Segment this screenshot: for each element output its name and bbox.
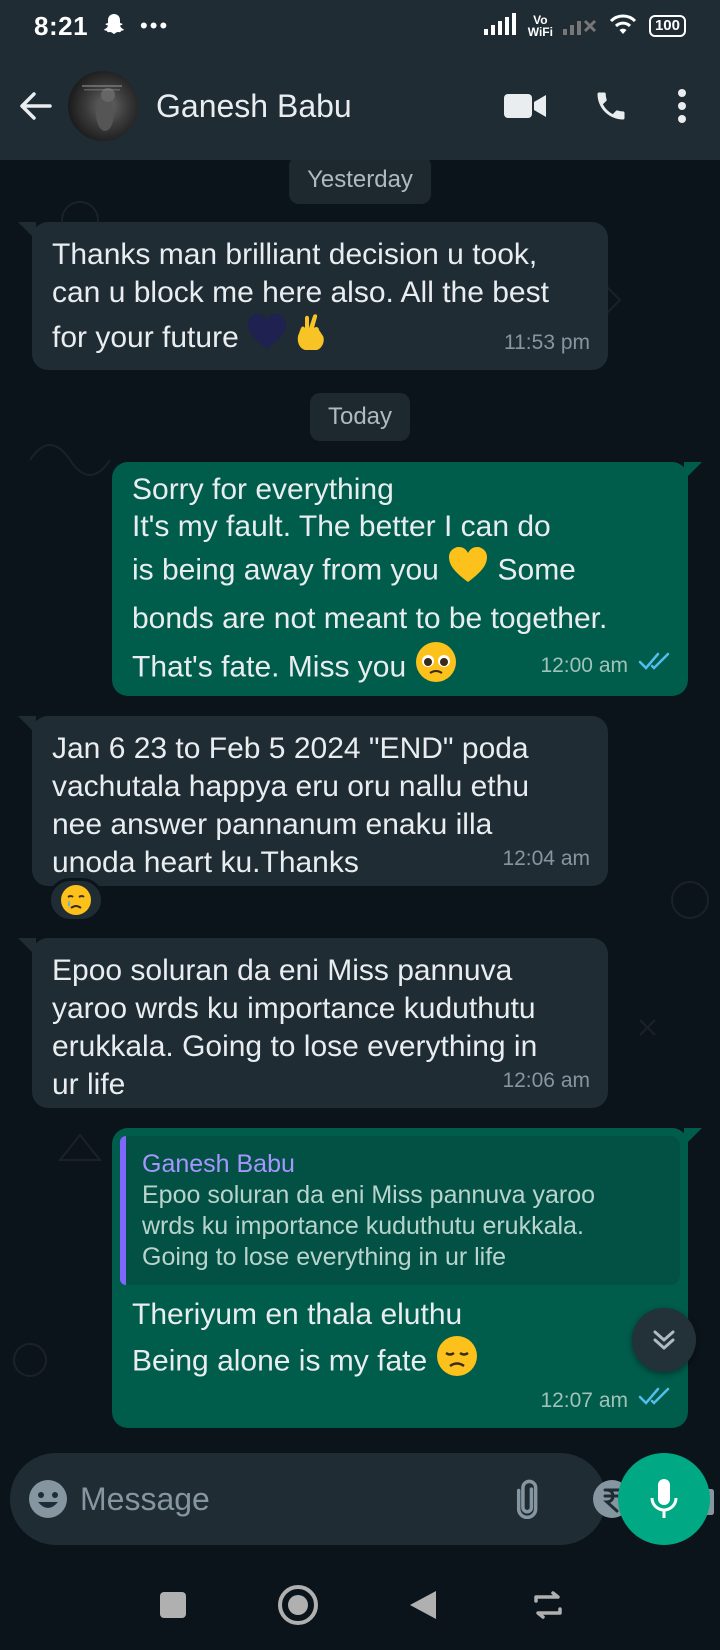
home-circle-icon xyxy=(277,1585,318,1625)
emoji-icon xyxy=(29,1480,67,1518)
pleading-face-emoji-icon xyxy=(415,641,457,696)
emoji-button[interactable] xyxy=(28,1469,68,1529)
status-left: 8:21 ••• xyxy=(34,11,169,42)
message-text: Being alone is my fate xyxy=(132,1344,428,1378)
yellow-heart-emoji-icon xyxy=(447,546,489,597)
status-time: 8:21 xyxy=(34,10,89,41)
message-line: can u block me here also. All the best xyxy=(52,276,549,309)
phone-icon xyxy=(597,92,625,120)
status-right: Vo WiFi 100 xyxy=(483,12,686,41)
quoted-message[interactable]: Ganesh Babu Epoo soluran da eni Miss pan… xyxy=(120,1136,680,1285)
message-time: 12:06 am xyxy=(502,1069,590,1092)
voice-call-button[interactable] xyxy=(568,63,654,149)
message-line: bonds are not meant to be together. xyxy=(132,602,608,635)
avatar[interactable] xyxy=(68,71,138,141)
header-actions xyxy=(482,63,710,149)
vowifi-indicator: Vo WiFi xyxy=(528,14,553,38)
message-line: yaroo wrds ku importance kuduthutu xyxy=(52,992,536,1025)
message-line-with-emoji: is being away from you Some xyxy=(132,546,668,597)
scroll-to-bottom-button[interactable] xyxy=(632,1308,696,1372)
rotate-screen-icon xyxy=(533,1591,562,1619)
battery-indicator: 100 xyxy=(648,15,686,37)
chat-header: Ganesh Babu xyxy=(0,52,720,160)
paperclip-icon xyxy=(516,1479,538,1519)
message-incoming[interactable]: Epoo soluran da eni Miss pannuva yaroo w… xyxy=(18,938,608,1108)
back-button[interactable] xyxy=(2,52,68,160)
system-nav-bar xyxy=(0,1560,720,1650)
message-line: vachutala happya eru oru nallu ethu xyxy=(52,770,530,803)
message-time: 12:07 am xyxy=(540,1389,628,1412)
chat-area[interactable]: Yesterday Thanks man brilliant decision … xyxy=(0,160,720,1445)
message-outgoing-reply[interactable]: Ganesh Babu Epoo soluran da eni Miss pan… xyxy=(112,1128,702,1428)
message-line: Epoo soluran da eni Miss pannuva xyxy=(52,954,513,987)
message-line: Sorry for everything xyxy=(132,473,394,506)
recents-button[interactable] xyxy=(143,1575,203,1635)
contact-name[interactable]: Ganesh Babu xyxy=(156,88,352,125)
signal-icon xyxy=(483,12,518,40)
quoted-text: wrds ku importance kuduthutu erukkala. xyxy=(142,1212,584,1240)
video-call-icon xyxy=(504,94,546,118)
more-options-button[interactable] xyxy=(654,63,710,149)
disappointed-face-emoji-icon xyxy=(436,1335,478,1390)
voice-message-button[interactable] xyxy=(618,1453,710,1545)
signal-weak-icon xyxy=(562,13,597,40)
triangle-back-icon xyxy=(409,1591,436,1619)
bubble-tail xyxy=(684,1128,702,1146)
more-vert-icon xyxy=(678,89,686,123)
more-notifications-icon: ••• xyxy=(140,13,170,38)
quoted-text: Going to lose everything in ur life xyxy=(142,1243,507,1271)
double-chevron-down-icon xyxy=(653,1330,675,1350)
date-chip-today: Today xyxy=(309,393,411,441)
snapchat-icon xyxy=(102,12,126,41)
arrow-left-icon xyxy=(20,92,52,120)
message-time: 12:04 am xyxy=(502,847,590,870)
message-line: erukkala. Going to lose everything in xyxy=(52,1030,538,1063)
composer-bar xyxy=(0,1445,720,1560)
message-input[interactable] xyxy=(80,1480,500,1518)
message-line: Theriyum en thala eluthu xyxy=(132,1298,463,1331)
crossed-fingers-emoji-icon xyxy=(295,312,329,366)
mic-icon xyxy=(650,1479,678,1518)
message-outgoing[interactable]: Sorry for everything It's my fault. The … xyxy=(112,462,702,696)
quoted-text: Epoo soluran da eni Miss pannuva yaroo xyxy=(142,1181,596,1209)
message-text: is being away from you xyxy=(132,553,439,587)
crying-face-emoji-icon xyxy=(61,885,91,915)
quoted-author: Ganesh Babu xyxy=(142,1150,295,1178)
message-time: 12:00 am xyxy=(540,654,628,677)
message-composer xyxy=(10,1453,714,1545)
reply-body: Theriyum en thala eluthu Being alone is … xyxy=(120,1295,680,1390)
message-time: 11:53 pm xyxy=(504,331,590,354)
message-incoming[interactable]: Thanks man brilliant decision u took, ca… xyxy=(18,222,608,370)
black-heart-emoji-icon xyxy=(247,313,287,365)
date-chip-yesterday: Yesterday xyxy=(289,160,431,204)
message-text: Some xyxy=(497,553,576,587)
bubble-tail xyxy=(18,222,36,240)
message-line: Jan 6 23 to Feb 5 2024 "END" poda xyxy=(52,732,529,765)
bubble-tail xyxy=(18,938,36,956)
message-line: Thanks man brilliant decision u took, xyxy=(52,238,538,271)
wifi-icon xyxy=(607,12,639,41)
message-text: That's fate. Miss you xyxy=(132,650,407,684)
back-nav-button[interactable] xyxy=(393,1575,453,1635)
video-call-button[interactable] xyxy=(482,63,568,149)
bubble-tail xyxy=(684,462,702,480)
vowifi-bottom: WiFi xyxy=(527,25,553,39)
bubble-tail xyxy=(18,716,36,734)
read-ticks-icon xyxy=(638,1378,672,1416)
home-button[interactable] xyxy=(268,1575,328,1635)
message-incoming[interactable]: Jan 6 23 to Feb 5 2024 "END" poda vachut… xyxy=(18,716,608,886)
message-line: nee answer pannanum enaku illa xyxy=(52,808,493,841)
status-bar: 8:21 ••• Vo WiFi 100 xyxy=(0,0,720,52)
rotate-button[interactable] xyxy=(518,1575,578,1635)
attach-button[interactable] xyxy=(500,1469,560,1529)
reaction-badge[interactable] xyxy=(48,878,104,922)
message-text: for your future xyxy=(52,320,239,354)
read-ticks-icon xyxy=(638,640,672,684)
square-icon xyxy=(159,1592,186,1618)
message-line: It's my fault. The better I can do xyxy=(132,510,551,543)
